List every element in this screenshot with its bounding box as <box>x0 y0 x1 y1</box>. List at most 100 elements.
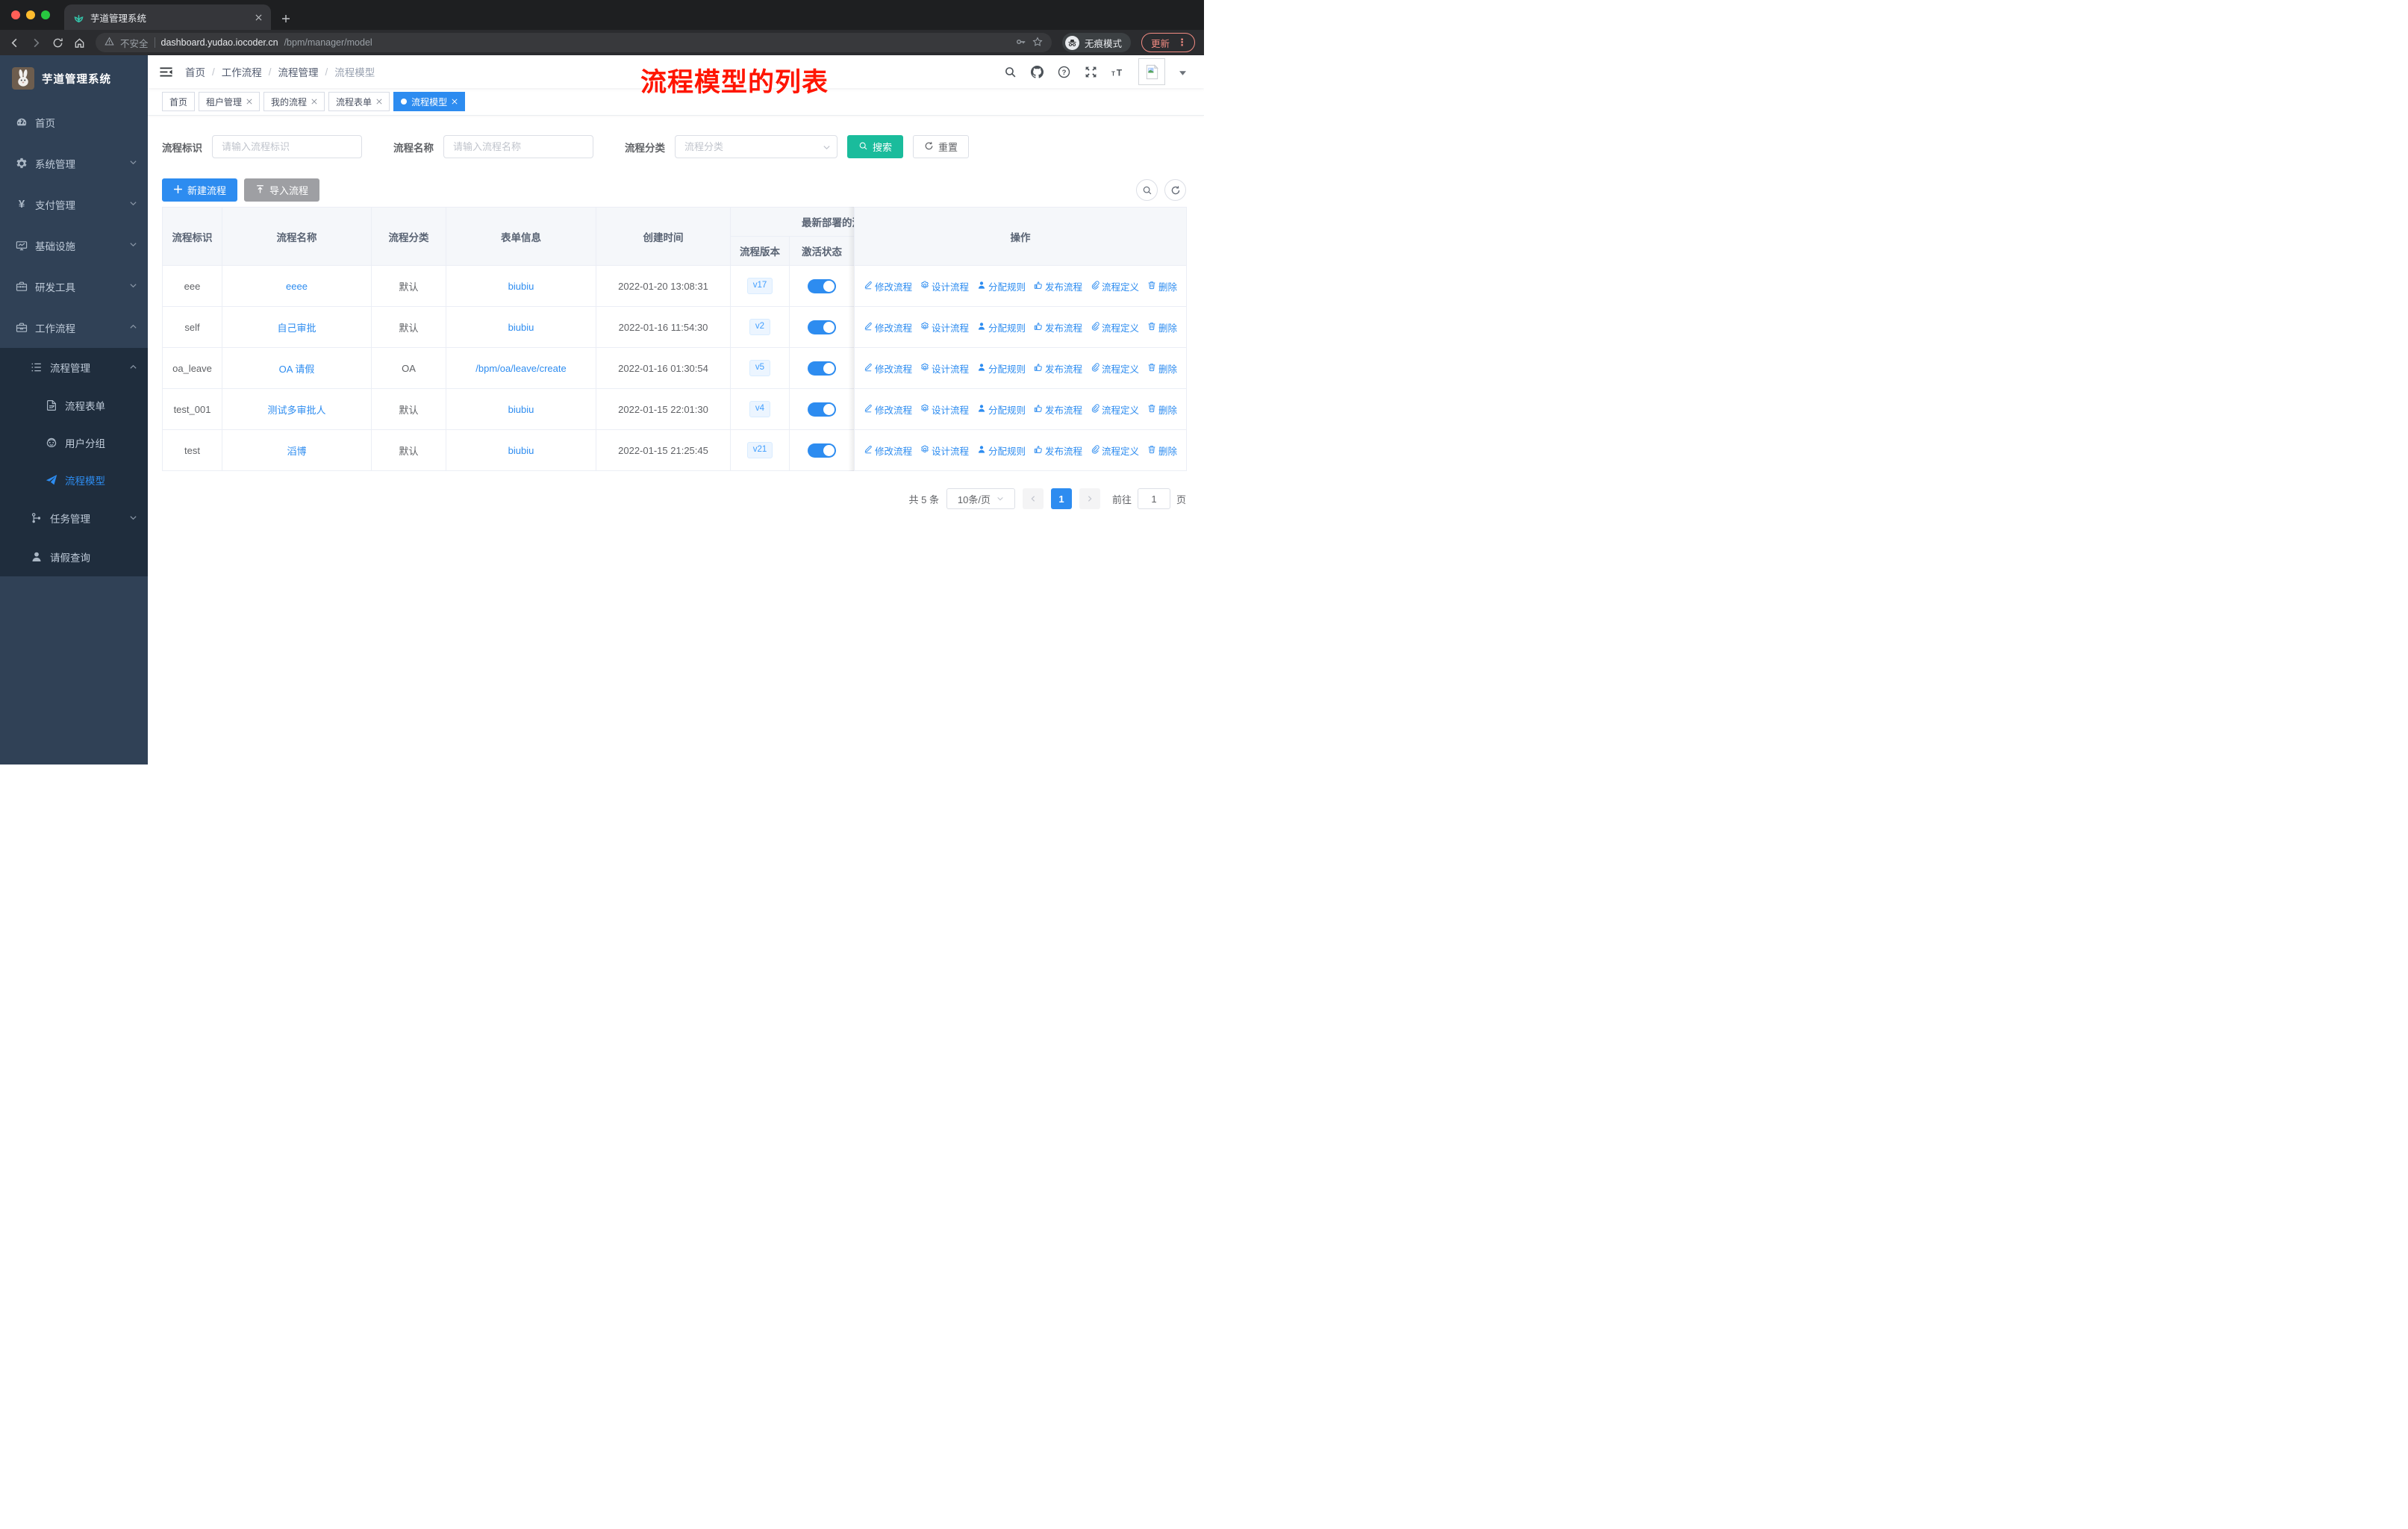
sidebar-item-基础设施[interactable]: 基础设施 <box>0 225 148 266</box>
active-toggle[interactable] <box>808 402 836 417</box>
row-action-流程定义[interactable]: 流程定义 <box>1091 361 1139 376</box>
active-toggle[interactable] <box>808 278 836 293</box>
tag-close-icon[interactable] <box>246 99 252 105</box>
tags-view-item-租户管理[interactable]: 租户管理 <box>199 92 261 111</box>
process-name-link[interactable]: 自己审批 <box>277 323 316 334</box>
row-action-发布流程[interactable]: 发布流程 <box>1034 361 1082 376</box>
tags-view-item-流程表单[interactable]: 流程表单 <box>328 92 390 111</box>
tags-view-item-流程模型[interactable]: 流程模型 <box>393 92 466 111</box>
collapse-sidebar-icon[interactable] <box>159 65 173 79</box>
row-action-流程定义[interactable]: 流程定义 <box>1091 320 1139 334</box>
sidebar-item-首页[interactable]: 首页 <box>0 102 148 143</box>
row-action-修改流程[interactable]: 修改流程 <box>864 361 912 376</box>
browser-tab[interactable]: 芋道管理系统 <box>64 4 271 30</box>
process-name-link[interactable]: OA 请假 <box>279 364 315 375</box>
tab-close-icon[interactable] <box>255 14 262 21</box>
github-icon[interactable] <box>1031 65 1044 78</box>
tag-close-icon[interactable] <box>376 99 382 105</box>
password-key-icon[interactable] <box>1016 37 1026 49</box>
goto-page-input[interactable] <box>1137 488 1170 509</box>
process-category-select-input[interactable] <box>675 135 838 158</box>
page-size-select[interactable]: 10条/页 <box>946 488 1015 509</box>
row-action-分配规则[interactable]: 分配规则 <box>977 402 1026 417</box>
process-category-select[interactable] <box>675 135 838 158</box>
sidebar-item-任务管理[interactable]: 任务管理 <box>0 499 148 538</box>
tag-close-icon[interactable] <box>311 99 317 105</box>
row-action-设计流程[interactable]: 设计流程 <box>920 443 969 458</box>
row-action-发布流程[interactable]: 发布流程 <box>1034 443 1082 458</box>
update-button[interactable]: 更新 ⋮ <box>1141 33 1195 52</box>
version-tag[interactable]: v4 <box>749 401 771 417</box>
active-toggle[interactable] <box>808 361 836 376</box>
row-action-修改流程[interactable]: 修改流程 <box>864 402 912 417</box>
close-window-button[interactable] <box>11 10 20 19</box>
sidebar-item-工作流程[interactable]: 工作流程 <box>0 307 148 348</box>
search-icon[interactable] <box>1004 66 1017 78</box>
breadcrumb-item[interactable]: 工作流程 <box>205 64 262 79</box>
current-page-button[interactable]: 1 <box>1050 488 1072 509</box>
create-process-button[interactable]: 新建流程 <box>162 178 238 202</box>
new-tab-button[interactable] <box>281 14 290 23</box>
process-name-input[interactable] <box>443 135 593 158</box>
form-info-link[interactable]: biubiu <box>508 281 534 292</box>
zoom-window-button[interactable] <box>41 10 50 19</box>
row-action-分配规则[interactable]: 分配规则 <box>977 443 1026 458</box>
sidebar-item-请假查询[interactable]: 请假查询 <box>0 538 148 576</box>
row-action-发布流程[interactable]: 发布流程 <box>1034 320 1082 334</box>
row-action-修改流程[interactable]: 修改流程 <box>864 320 912 334</box>
version-tag[interactable]: v21 <box>746 442 773 458</box>
version-tag[interactable]: v17 <box>746 278 773 294</box>
sidebar-item-流程管理[interactable]: 流程管理 <box>0 348 148 387</box>
row-action-删除[interactable]: 删除 <box>1147 320 1177 334</box>
breadcrumb-item[interactable]: 流程模型 <box>319 64 375 79</box>
reset-button[interactable]: 重置 <box>913 135 970 158</box>
next-page-button[interactable] <box>1079 488 1100 509</box>
row-action-流程定义[interactable]: 流程定义 <box>1091 443 1139 458</box>
row-action-修改流程[interactable]: 修改流程 <box>864 443 912 458</box>
sidebar-item-系统管理[interactable]: 系统管理 <box>0 143 148 184</box>
import-process-button[interactable]: 导入流程 <box>244 178 320 202</box>
search-button[interactable]: 搜索 <box>847 135 904 158</box>
form-info-link[interactable]: /bpm/oa/leave/create <box>475 363 566 374</box>
row-action-分配规则[interactable]: 分配规则 <box>977 320 1026 334</box>
reload-button[interactable] <box>52 37 63 49</box>
row-action-分配规则[interactable]: 分配规则 <box>977 279 1026 293</box>
refresh-table-button[interactable] <box>1164 179 1186 201</box>
process-name-link[interactable]: eeee <box>286 281 308 292</box>
row-action-流程定义[interactable]: 流程定义 <box>1091 402 1139 417</box>
row-action-设计流程[interactable]: 设计流程 <box>920 320 969 334</box>
form-info-link[interactable]: biubiu <box>508 404 534 415</box>
row-action-删除[interactable]: 删除 <box>1147 361 1177 376</box>
row-action-分配规则[interactable]: 分配规则 <box>977 361 1026 376</box>
home-button[interactable] <box>74 37 85 49</box>
tag-close-icon[interactable] <box>452 99 458 105</box>
row-action-删除[interactable]: 删除 <box>1147 443 1177 458</box>
row-action-删除[interactable]: 删除 <box>1147 279 1177 293</box>
breadcrumb-item[interactable]: 首页 <box>185 64 205 79</box>
address-bar[interactable]: 不安全 dashboard.yudao.iocoder.cn/bpm/manag… <box>96 33 1052 52</box>
process-name-link[interactable]: 滔博 <box>287 446 306 457</box>
active-toggle[interactable] <box>808 320 836 334</box>
row-action-流程定义[interactable]: 流程定义 <box>1091 279 1139 293</box>
user-menu-caret-icon[interactable] <box>1179 66 1186 78</box>
back-button[interactable] <box>9 37 20 49</box>
minimize-window-button[interactable] <box>26 10 35 19</box>
avatar[interactable] <box>1138 58 1165 85</box>
sidebar-item-用户分组[interactable]: 用户分组 <box>0 424 148 461</box>
version-tag[interactable]: v5 <box>749 360 771 376</box>
show-search-toggle-button[interactable] <box>1136 179 1158 201</box>
active-toggle[interactable] <box>808 443 836 458</box>
row-action-发布流程[interactable]: 发布流程 <box>1034 279 1082 293</box>
row-action-修改流程[interactable]: 修改流程 <box>864 279 912 293</box>
fullscreen-icon[interactable] <box>1085 66 1097 78</box>
sidebar-item-支付管理[interactable]: ¥ 支付管理 <box>0 184 148 225</box>
browser-menu-icon[interactable]: ⋮ <box>1177 37 1187 49</box>
sidebar-item-研发工具[interactable]: 研发工具 <box>0 266 148 307</box>
row-action-设计流程[interactable]: 设计流程 <box>920 402 969 417</box>
process-name-link[interactable]: 测试多审批人 <box>267 405 325 416</box>
tags-view-item-首页[interactable]: 首页 <box>162 92 196 111</box>
version-tag[interactable]: v2 <box>749 319 771 335</box>
row-action-设计流程[interactable]: 设计流程 <box>920 361 969 376</box>
forward-button[interactable] <box>31 37 42 49</box>
row-action-删除[interactable]: 删除 <box>1147 402 1177 417</box>
